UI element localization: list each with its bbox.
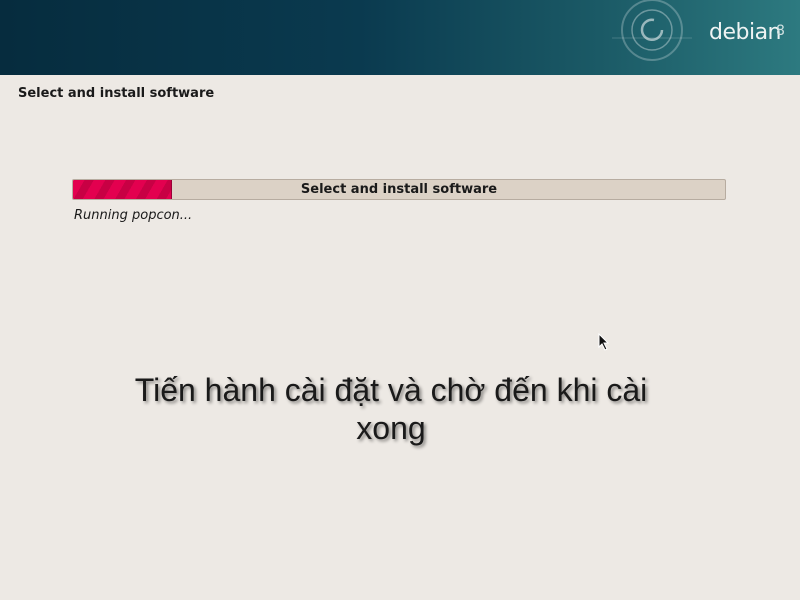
install-progress-bar: Select and install software: [72, 179, 726, 200]
progress-label: Select and install software: [300, 182, 498, 197]
debian-logo-text: debian: [709, 20, 782, 45]
installer-banner: debian 8: [0, 0, 800, 75]
debian-swirl-icon: [612, 0, 692, 61]
tutorial-caption: Tiến hành cài đặt và chờ đến khi cài xon…: [134, 372, 648, 446]
mouse-pointer-icon: [598, 333, 610, 351]
progress-status-text: Running popcon...: [74, 208, 193, 223]
step-title: Select and install software: [18, 86, 215, 101]
debian-version-number: 8: [776, 23, 785, 39]
